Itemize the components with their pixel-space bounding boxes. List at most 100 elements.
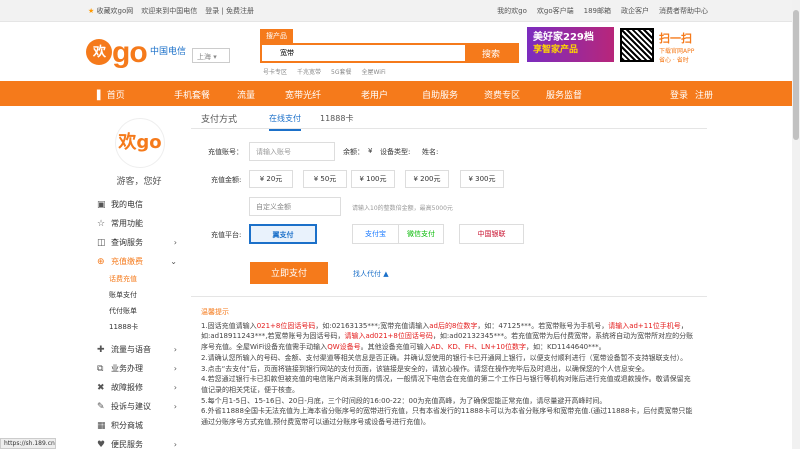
chevron-right-icon: › [173, 402, 177, 411]
star-icon: ☆ [97, 218, 106, 229]
sidebar-item-label: 投诉与建议 [111, 402, 151, 411]
name-label: 姓名: [422, 148, 439, 156]
sidebar-item-repair[interactable]: ✖ 故障报修 › [87, 378, 191, 397]
nav-label: 首页 [106, 91, 125, 101]
hot-link[interactable]: 全屋WiFi [362, 67, 386, 76]
tip-2: 2.请确认您所输入的号码、金额、支付渠道等相关信息是否正确。并确认您使用的银行卡… [201, 353, 688, 362]
edit-icon: ✎ [97, 401, 105, 412]
hot-link[interactable]: 号卡专区 [263, 67, 287, 76]
sidebar-item-data-voice[interactable]: ✚ 流量与语音 › [87, 340, 191, 359]
mail-link[interactable]: 189邮箱 [584, 6, 611, 16]
amount-label: 充值金额: [211, 176, 242, 184]
sidebar-sub-bill-pay[interactable]: 账单支付 [87, 287, 191, 303]
payment-tabs: 支付方式 在线支付 11888卡 [191, 106, 707, 131]
amount-option[interactable]: ¥ 200元 [405, 170, 449, 188]
scan-title: 扫一扫 [659, 32, 692, 45]
chevron-down-icon: ⌄ [170, 257, 177, 266]
platform-alipay[interactable]: 支付宝 [352, 224, 398, 244]
sidebar-item-recharge[interactable]: ⊕ 充值缴费 ⌄ [87, 252, 191, 271]
tip-5: 5.每个月1-5日、15-16日、20日-月底，三个时间段的16:00-22：0… [201, 396, 607, 405]
tip-highlight: QW设备号 [327, 343, 361, 352]
sidebar-item-label: 充值缴费 [111, 257, 143, 266]
scan-sub2: 省心 · 省时 [659, 57, 689, 64]
sidebar-item-label: 常用功能 [111, 219, 143, 228]
account-input[interactable]: 请输入账号 [249, 142, 335, 161]
main-nav: ▌ 首页 手机套餐 流量 宽带光纤 老用户 自助服务 资费专区 服务监督 登录 … [0, 81, 800, 106]
sidebar-sub-phone-recharge[interactable]: 话费充值 [87, 271, 191, 287]
query-icon: ◫ [97, 237, 106, 248]
platform-label: 充值平台: [211, 231, 242, 239]
sidebar-item-label: 业务办理 [111, 364, 143, 373]
search-button[interactable]: 搜索 [465, 45, 517, 61]
data-icon: ✚ [97, 344, 105, 355]
sidebar-item-common[interactable]: ☆ 常用功能 [87, 214, 191, 233]
tip-4: 4.若您通过银行卡已扣款但被充值的电信账户尚未到账的情况，一般情况下电信会在充值… [201, 375, 691, 394]
chevron-right-icon: › [173, 440, 177, 449]
nav-item-broadband[interactable]: 宽带光纤 [285, 88, 321, 101]
tab-11888-card[interactable]: 11888卡 [320, 113, 353, 124]
enterprise-link[interactable]: 政企客户 [621, 6, 649, 16]
sidebar-item-complaint[interactable]: ✎ 投诉与建议 › [87, 397, 191, 416]
hot-links: 号卡专区 千兆宽带 5G套餐 全屋WiFi [263, 67, 386, 76]
nav-login[interactable]: 登录 [670, 88, 688, 101]
client-link[interactable]: 欢go客户端 [537, 6, 574, 16]
my-huango-link[interactable]: 我的欢go [497, 6, 527, 16]
nav-item-data[interactable]: 流量 [237, 88, 255, 101]
platform-wechat[interactable]: 微信支付 [398, 224, 444, 244]
hot-link[interactable]: 千兆宽带 [297, 67, 321, 76]
login-register-link[interactable]: 登录 | 免费注册 [205, 6, 254, 16]
search-tab[interactable]: 搜产品 [260, 29, 293, 43]
nav-item-plans[interactable]: 手机套餐 [174, 88, 210, 101]
sidebar-sub-11888-card[interactable]: 11888卡 [87, 319, 191, 335]
tip-3: 3.点击“去支付”后，页面将链接到银行网站的支付页面，该链接是安全的，请放心操作… [201, 364, 649, 373]
tip-highlight: AD、KD、FH、LN+10位数字 [430, 343, 526, 352]
tab-online-pay[interactable]: 在线支付 [269, 113, 301, 131]
star-icon: ★ [88, 7, 95, 15]
amount-option[interactable]: ¥ 50元 [303, 170, 347, 188]
hot-link[interactable]: 5G套餐 [331, 67, 351, 76]
nav-item-home[interactable]: ▌ 首页 [97, 88, 125, 101]
welcome-text: 欢迎来到中国电信 [141, 7, 198, 15]
sidebar: 欢go 游客，您好 ▣ 我的电信 ☆ 常用功能 ◫ 查询服务 › ⊕ 充值缴费 ⌄ 话费充值… [87, 112, 191, 450]
platform-unionpay[interactable]: 中国银联 [459, 224, 524, 244]
sidebar-sub-proxy-pay[interactable]: 代付账单 [87, 303, 191, 319]
amount-option[interactable]: ¥ 100元 [351, 170, 395, 188]
amount-option[interactable]: ¥ 20元 [249, 170, 293, 188]
scrollbar-thumb[interactable] [793, 10, 799, 140]
sidebar-item-business[interactable]: ⧉ 业务办理 › [87, 359, 191, 378]
sidebar-item-query[interactable]: ◫ 查询服务 › [87, 233, 191, 252]
nav-register[interactable]: 注册 [695, 88, 713, 101]
nav-item-tariff[interactable]: 资费专区 [484, 88, 520, 101]
sidebar-item-points-mall[interactable]: ▦ 积分商城 [87, 416, 191, 435]
tip-6: 6.外省11888全国卡无法充值为上海本省分账序号的宽带进行充值，只有本省发行的… [201, 407, 693, 427]
pay-now-button[interactable]: 立即支付 [250, 262, 328, 284]
help-center-link[interactable]: 消费者帮助中心 [659, 6, 708, 16]
tip-highlight: 021+8位固话号码 [256, 321, 316, 330]
logo-text: go [112, 36, 148, 69]
nav-item-self-service[interactable]: 自助服务 [422, 88, 458, 101]
nav-item-old-users[interactable]: 老用户 [361, 88, 388, 101]
custom-amount-input[interactable]: 自定义金额 [249, 197, 341, 216]
city-select[interactable]: 上海 ▾ [192, 48, 230, 63]
tips-title: 温馨提示 [201, 308, 229, 316]
promo-line1: 美好家229档 [533, 32, 594, 43]
mall-icon: ▦ [97, 420, 106, 431]
search-input[interactable] [262, 45, 465, 61]
tip-text: ，如:02163135***;宽带充值请输入 [315, 321, 430, 330]
sidebar-item-my-telecom[interactable]: ▣ 我的电信 [87, 195, 191, 214]
find-payer-link[interactable]: 找人代付 ▲ [353, 269, 389, 279]
promo-banner[interactable]: 美好家229档 享智家产品 [527, 27, 614, 62]
sidebar-item-convenience[interactable]: ♥ 便民服务 › [87, 435, 191, 454]
tip-highlight: ad后的8位数字 [429, 321, 478, 330]
nav-item-supervision[interactable]: 服务监督 [546, 88, 582, 101]
amount-option[interactable]: ¥ 300元 [460, 170, 504, 188]
tip-highlight: 请输入ad+11位手机号 [608, 321, 681, 330]
platform-bestpay[interactable]: 翼支付 [249, 224, 317, 244]
find-payer-label: 找人代付 [353, 270, 381, 278]
tip-highlight: 请输入ad021+8位固话号码 [344, 332, 433, 341]
carrier-logo: 中国电信 [150, 47, 187, 57]
menu-icon: ▌ [97, 91, 104, 101]
chevron-right-icon: › [173, 238, 177, 247]
site-logo[interactable]: 欢 go [86, 36, 148, 70]
favorite-link[interactable]: ★ 收藏欢go网 [88, 6, 133, 16]
